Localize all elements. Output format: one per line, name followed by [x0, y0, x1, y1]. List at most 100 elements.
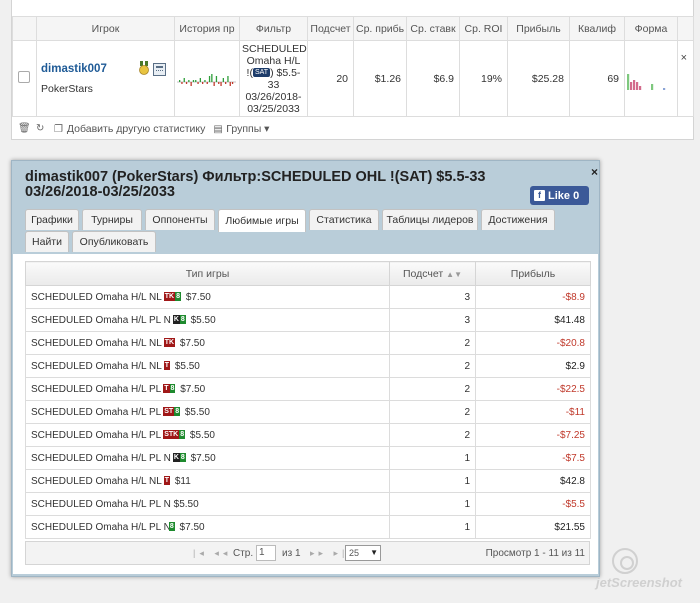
game-type-cell: SCHEDULED Omaha H/L PL ST 8 $5.50: [25, 400, 390, 424]
game-profit-cell: -$11: [475, 400, 591, 424]
avg-profit-cell: $1.26: [353, 40, 407, 117]
row-checkbox[interactable]: [18, 71, 30, 83]
table-row[interactable]: SCHEDULED Omaha H/L NL TK 8 $7.50 3 -$8.9: [25, 285, 591, 309]
player-room: PokerStars: [41, 82, 93, 95]
game-count-cell: 1: [389, 446, 476, 470]
form-bar: [633, 80, 636, 90]
tab-leaderboards[interactable]: Таблицы лидеров: [382, 209, 478, 230]
table-row[interactable]: SCHEDULED Omaha H/L NL TK $7.50 2 -$20.8: [25, 331, 591, 355]
game-count-cell: 2: [389, 354, 476, 378]
trash-icon[interactable]: 🗑: [18, 124, 31, 134]
next-last-page-buttons[interactable]: ▸▸ ▸|: [310, 548, 348, 559]
history-bar: [208, 76, 211, 82]
tab-find[interactable]: Найти: [25, 231, 69, 252]
game-profit-cell: $42.8: [475, 469, 591, 493]
copy-icon: ❐: [54, 124, 63, 135]
history-bar: [185, 82, 188, 84]
stats-panel: Игрок История пр Фильтр Подсчет Ср. приб…: [11, 0, 694, 140]
game-count-cell: 1: [389, 492, 476, 516]
history-bar: [202, 82, 204, 84]
game-type-cell: SCHEDULED Omaha H/L PL N8 $7.50: [25, 515, 390, 539]
row-checkbox-cell: [12, 40, 37, 117]
tab-tournaments[interactable]: Турниры: [82, 209, 142, 230]
favorite-games-table: Тип игры Подсчет ▲▼ Прибыль SCHEDULED Oma…: [25, 261, 591, 539]
game-type-badge: T: [163, 361, 171, 371]
table-row[interactable]: SCHEDULED Omaha H/L PL N8 $7.50 1 $21.55: [25, 515, 591, 539]
refresh-icon[interactable]: ↻: [36, 124, 46, 134]
medal-icon: [139, 61, 149, 75]
game-type-cell: SCHEDULED Omaha H/L PL N $5.50: [25, 492, 390, 516]
page-input[interactable]: 1: [256, 545, 276, 561]
form-chart[interactable]: [625, 62, 675, 92]
view-range: Просмотр 1 - 11 из 11: [485, 548, 585, 559]
calculator-icon[interactable]: [153, 63, 166, 76]
favorite-games-panel: Тип игры Подсчет ▲▼ Прибыль SCHEDULED Oma…: [13, 254, 598, 574]
header-count-sortable[interactable]: Подсчет ▲▼: [389, 261, 476, 286]
table-row[interactable]: SCHEDULED Omaha H/L NL T $11 1 $42.8: [25, 469, 591, 493]
history-bar: [218, 82, 220, 84]
tab-statistics[interactable]: Статистика: [309, 209, 379, 230]
header-avg-profit[interactable]: Ср. прибь: [353, 16, 407, 41]
game-type-cell: SCHEDULED Omaha H/L NL TK 8 $7.50: [25, 285, 390, 309]
header-qualif[interactable]: Квалиф: [569, 16, 625, 41]
remove-row-icon[interactable]: ×: [681, 52, 687, 64]
header-spacer: [677, 16, 694, 41]
history-bar: [188, 80, 190, 82]
close-icon[interactable]: ×: [591, 165, 598, 179]
form-bar: [627, 74, 630, 90]
header-profit-col[interactable]: Прибыль: [475, 261, 591, 286]
header-history[interactable]: История пр: [174, 16, 240, 41]
table-row[interactable]: SCHEDULED Omaha H/L PL N $5.50 1 -$5.5: [25, 492, 591, 516]
game-profit-cell: $2.9: [475, 354, 591, 378]
table-row[interactable]: SCHEDULED Omaha H/L PL NK8 $5.50 3 $41.48: [25, 308, 591, 332]
tab-publish[interactable]: Опубликовать: [72, 231, 156, 252]
header-count[interactable]: Подсчет: [307, 16, 354, 41]
game-count-cell: 3: [389, 308, 476, 332]
tab-favorite-games[interactable]: Любимые игры: [218, 209, 306, 232]
history-bar: [181, 82, 183, 84]
game-type-badge: T: [163, 476, 171, 486]
history-bar: [227, 76, 229, 82]
add-stats-button[interactable]: ❐ Добавить другую статистику: [54, 123, 205, 135]
history-sparkline[interactable]: [175, 62, 238, 92]
first-prev-page-buttons[interactable]: |◂ ◂◂: [193, 548, 231, 559]
history-bar: [231, 82, 234, 84]
table-row[interactable]: SCHEDULED Omaha H/L NL T $5.50 2 $2.9: [25, 354, 591, 378]
groups-button[interactable]: ▤ Группы ▾: [213, 123, 269, 135]
facebook-like-button[interactable]: f Like 0: [530, 186, 589, 205]
tab-opponents[interactable]: Оппоненты: [145, 209, 215, 230]
game-count-cell: 2: [389, 400, 476, 424]
page-total: из 1: [282, 548, 301, 559]
table-row[interactable]: SCHEDULED Omaha H/L PL STK 8 $5.50 2 -$7.25: [25, 423, 591, 447]
table-row[interactable]: SCHEDULED Omaha H/L PL NK8 $7.50 1 -$7.5: [25, 446, 591, 470]
header-avg-roi[interactable]: Ср. ROI: [459, 16, 508, 41]
avg-stake-cell: $6.9: [406, 40, 460, 117]
table-row[interactable]: SCHEDULED Omaha H/L PL T 8 $7.50 2 -$22.5: [25, 377, 591, 401]
game-profit-cell: -$7.5: [475, 446, 591, 470]
history-bar: [197, 82, 199, 84]
game-type-badge: TK: [163, 338, 176, 348]
game-type-badge: TK: [163, 292, 176, 302]
header-profit[interactable]: Прибыль: [507, 16, 570, 41]
header-avg-stake[interactable]: Ср. ставк: [406, 16, 460, 41]
game-count-cell: 3: [389, 285, 476, 309]
tab-achievements[interactable]: Достижения: [481, 209, 555, 230]
hilo-badge: 8: [175, 292, 182, 302]
history-bar: [183, 78, 185, 82]
page-size-select[interactable]: 25: [345, 545, 381, 561]
profit-cell: $25.28: [507, 40, 570, 117]
history-bar: [206, 82, 208, 84]
filter-cell: SCHEDULED Omaha H/L !(SAT) $5.5- 33 03/2…: [239, 40, 308, 117]
hilo-badge: 8: [179, 453, 186, 463]
hilo-badge: 8: [179, 430, 186, 440]
header-game-type[interactable]: Тип игры: [25, 261, 390, 286]
game-type-cell: SCHEDULED Omaha H/L PL T 8 $7.50: [25, 377, 390, 401]
table-row[interactable]: SCHEDULED Omaha H/L PL ST 8 $5.50 2 -$11: [25, 400, 591, 424]
game-type-cell: SCHEDULED Omaha H/L PL NK8 $5.50: [25, 308, 390, 332]
filter-text-6: 03/25/2033: [247, 102, 300, 115]
game-count-cell: 2: [389, 377, 476, 401]
header-player[interactable]: Игрок: [36, 16, 175, 41]
header-filter[interactable]: Фильтр: [239, 16, 308, 41]
header-form[interactable]: Форма: [624, 16, 678, 41]
tab-charts[interactable]: Графики: [25, 209, 79, 230]
